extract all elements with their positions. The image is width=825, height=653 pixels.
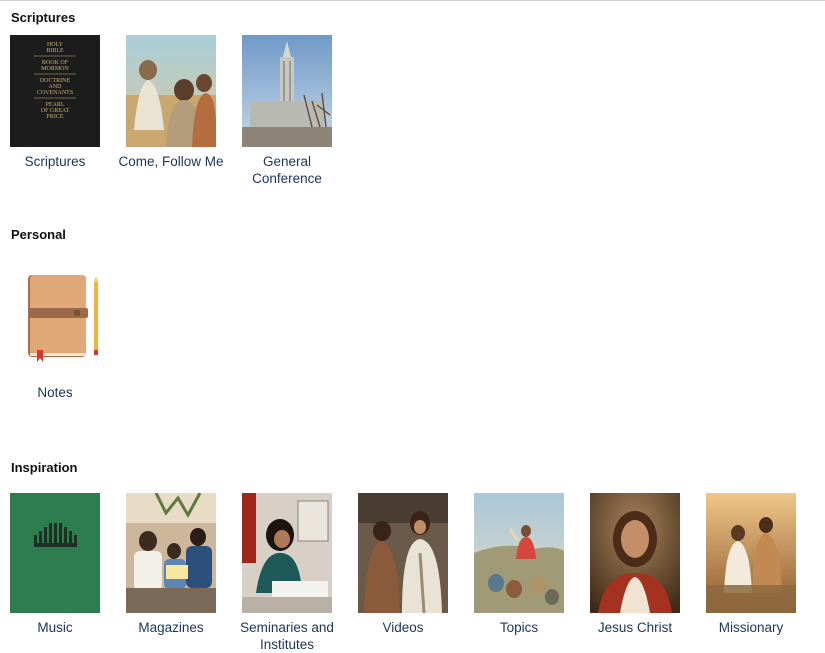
tile-label: Scriptures	[24, 154, 86, 169]
baptism-picture	[706, 493, 796, 613]
jesus-with-people-picture	[358, 493, 448, 613]
tile-label: Magazines	[138, 620, 204, 635]
tile-label: Music	[37, 620, 73, 635]
section-title-scriptures: Scriptures	[11, 10, 76, 25]
tile-videos[interactable]: Videos	[345, 493, 461, 636]
tile-label: Notes	[37, 385, 73, 400]
general-conference-image	[242, 35, 332, 147]
cover-line: MORMON	[41, 66, 69, 72]
tile-label: Jesus Christ	[597, 620, 673, 635]
tile-seminaries-and-institutes[interactable]: Seminaries and Institutes	[229, 493, 345, 653]
tile-music[interactable]: Music	[0, 493, 113, 636]
tile-label: General Conference	[252, 154, 322, 186]
tile-label: Missionary	[718, 620, 784, 635]
tile-come-follow-me[interactable]: Come, Follow Me	[113, 35, 229, 170]
tile-label: Topics	[499, 620, 539, 635]
temple-picture	[242, 35, 332, 147]
student-studying-picture	[242, 493, 332, 613]
tile-jesus-christ[interactable]: Jesus Christ	[577, 493, 693, 636]
jesus-teaching-picture	[126, 35, 216, 147]
organ-pipes-icon	[10, 493, 100, 613]
tile-general-conference[interactable]: General Conference	[229, 35, 345, 187]
family-reading-picture	[126, 493, 216, 613]
videos-image	[358, 493, 448, 613]
top-divider	[0, 0, 825, 1]
tile-label: Videos	[382, 620, 424, 635]
sermon-on-the-mount-picture	[474, 493, 564, 613]
cover-line: PRICE	[46, 114, 63, 120]
tile-scriptures[interactable]: HOLY BIBLE BOOK OF MORMON DOCTRINE AND C…	[0, 35, 113, 170]
tile-magazines[interactable]: Magazines	[113, 493, 229, 636]
notes-icon	[10, 270, 100, 362]
cover-line: BIBLE	[46, 48, 64, 54]
scriptures-cover-image: HOLY BIBLE BOOK OF MORMON DOCTRINE AND C…	[10, 35, 100, 147]
topics-image	[474, 493, 564, 613]
section-title-inspiration: Inspiration	[11, 460, 78, 475]
scriptures-cover-art: HOLY BIBLE BOOK OF MORMON DOCTRINE AND C…	[10, 35, 100, 147]
tile-label: Seminaries and Institutes	[240, 620, 334, 652]
cover-line: COVENANTS	[37, 90, 73, 96]
tile-topics[interactable]: Topics	[461, 493, 577, 636]
magazines-image	[126, 493, 216, 613]
music-image	[10, 493, 100, 613]
tile-label: Come, Follow Me	[118, 154, 224, 169]
missionary-image	[706, 493, 796, 613]
come-follow-me-image	[126, 35, 216, 147]
christ-portrait-picture	[590, 493, 680, 613]
seminaries-image	[242, 493, 332, 613]
notebook-pencil-icon	[28, 275, 98, 362]
section-title-personal: Personal	[11, 227, 66, 242]
jesus-christ-image	[590, 493, 680, 613]
tile-notes[interactable]: Notes	[0, 270, 113, 401]
tile-missionary[interactable]: Missionary	[693, 493, 809, 636]
